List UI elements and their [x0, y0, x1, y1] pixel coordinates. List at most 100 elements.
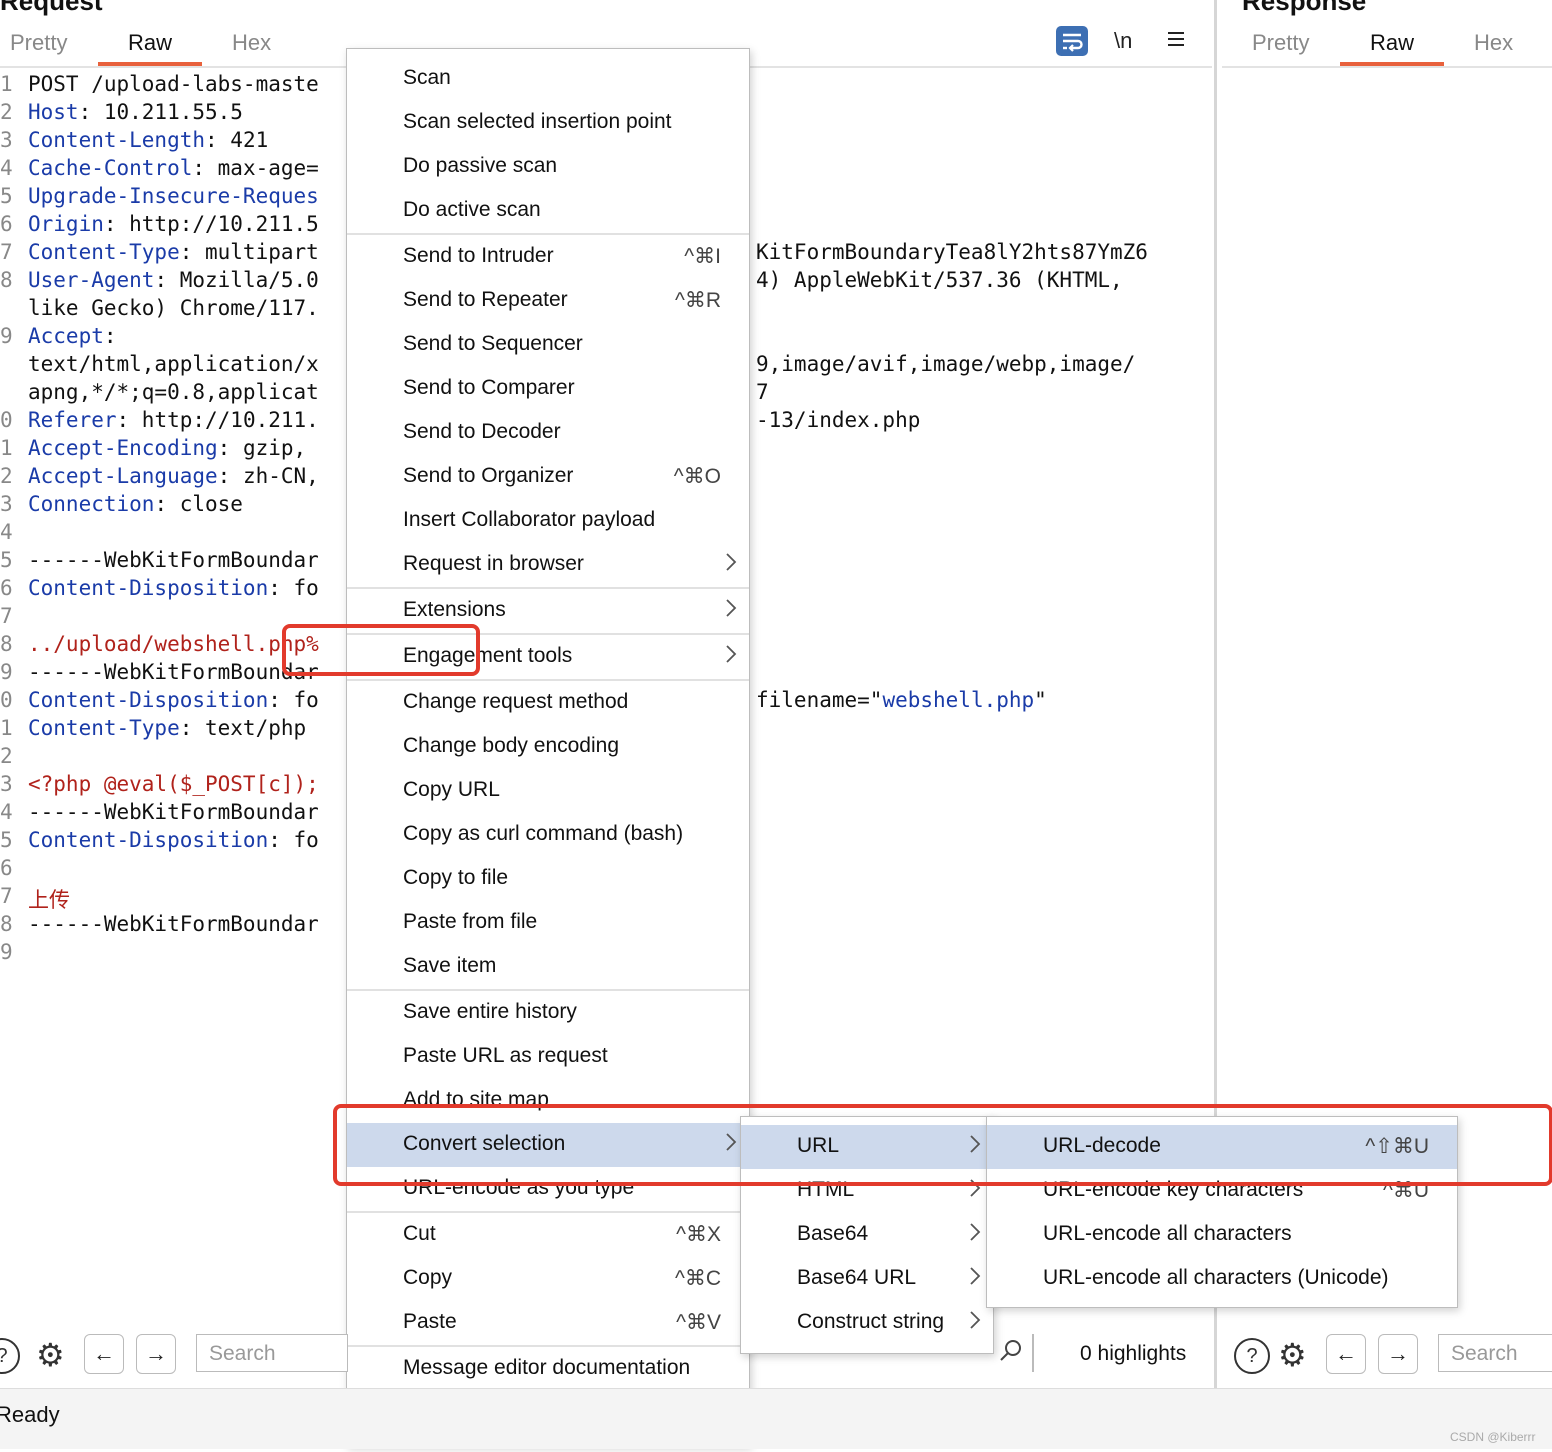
menu-item-change-request-method[interactable]: Change request method [347, 681, 749, 725]
menu-item-url-encode-all-characters-unicode[interactable]: URL-encode all characters (Unicode) [987, 1257, 1457, 1301]
shortcut-label: ^⌘I [684, 245, 721, 268]
code-line: Host: 10.211.55.5 [28, 100, 243, 124]
header-name: Accept [28, 324, 104, 348]
header-name: Referer [28, 408, 117, 432]
code-text: POST /upload-labs-maste [28, 72, 319, 96]
menu-item-save-item[interactable]: Save item [347, 945, 749, 989]
code-text: : multipart [179, 240, 319, 264]
line-number: 9 [0, 940, 13, 964]
response-forward-button[interactable]: → [1378, 1334, 1418, 1374]
menu-item-send-to-organizer[interactable]: Send to Organizer ^⌘O [347, 455, 749, 499]
line-number: 7 [0, 884, 13, 908]
response-back-button[interactable]: ← [1326, 1334, 1366, 1374]
menu-item-copy-to-file[interactable]: Copy to file [347, 857, 749, 901]
menu-item-paste-from-file[interactable]: Paste from file [347, 901, 749, 945]
code-text: : max-age= [192, 156, 319, 180]
menu-item-copy[interactable]: Copy ^⌘C [347, 1257, 749, 1301]
menu-item-label: Extensions [403, 598, 506, 621]
menu-item-save-entire-history[interactable]: Save entire history [347, 991, 749, 1035]
menu-item-label: Send to Decoder [403, 420, 561, 443]
menu-item-send-to-repeater[interactable]: Send to Repeater ^⌘R [347, 279, 749, 323]
menu-item-do-active-scan[interactable]: Do active scan [347, 189, 749, 233]
chevron-right-icon [725, 597, 737, 625]
code-line: Accept-Encoding: gzip, [28, 436, 306, 460]
highlights-count: 0 highlights [1080, 1342, 1187, 1365]
request-tab-pretty[interactable]: Pretty [10, 30, 67, 56]
header-name: Content-Disposition [28, 576, 269, 600]
header-name: Content-Type [28, 240, 180, 264]
menu-item-label: Insert Collaborator payload [403, 508, 656, 531]
shortcut-label: ^⌘X [676, 1223, 721, 1246]
menu-item-label: Save entire history [403, 1000, 577, 1023]
response-tab-raw[interactable]: Raw [1370, 30, 1414, 56]
menu-item-copy-url[interactable]: Copy URL [347, 769, 749, 813]
menu-item-base64-url[interactable]: Base64 URL [741, 1257, 993, 1301]
menu-item-send-to-comparer[interactable]: Send to Comparer [347, 367, 749, 411]
forward-button[interactable]: → [136, 1334, 176, 1374]
gear-icon[interactable]: ⚙ [36, 1336, 65, 1374]
menu-item-message-editor-documentation[interactable]: Message editor documentation [347, 1347, 749, 1391]
code-line: text/html,application/x [28, 352, 319, 376]
menu-item-label: Copy as curl command (bash) [403, 822, 684, 845]
back-button[interactable]: ← [84, 1334, 124, 1374]
code-text: : fo [268, 688, 319, 712]
menu-item-base64[interactable]: Base64 [741, 1213, 993, 1257]
newline-toggle-icon[interactable]: \n [1114, 28, 1132, 54]
request-tab-raw[interactable]: Raw [128, 30, 172, 56]
menu-item-label: Do active scan [403, 198, 541, 221]
menu-item-send-to-sequencer[interactable]: Send to Sequencer [347, 323, 749, 367]
line-number: 8 [0, 912, 13, 936]
response-tab-pretty[interactable]: Pretty [1252, 30, 1309, 56]
menu-item-construct-string[interactable]: Construct string [741, 1301, 993, 1345]
chevron-right-icon [969, 1221, 981, 1249]
code-text: : [103, 324, 117, 348]
search-input[interactable]: Search [196, 1334, 348, 1372]
menu-item-send-to-intruder[interactable]: Send to Intruder ^⌘I [347, 235, 749, 279]
code-line: Accept-Language: zh-CN, [28, 464, 319, 488]
response-gear-icon[interactable]: ⚙ [1278, 1336, 1307, 1374]
menu-item-insert-collaborator-payload[interactable]: Insert Collaborator payload [347, 499, 749, 543]
code-line: ../upload/webshell.php% [28, 632, 319, 656]
menu-item-send-to-decoder[interactable]: Send to Decoder [347, 411, 749, 455]
chevron-right-icon [725, 643, 737, 671]
help-icon[interactable]: ? [0, 1338, 20, 1374]
response-pane-title: Response [1242, 0, 1367, 16]
menu-item-label: URL-encode all characters [1043, 1222, 1292, 1245]
line-number: 3 [0, 128, 13, 152]
menu-item-cut[interactable]: Cut ^⌘X [347, 1213, 749, 1257]
code-line: Accept: [28, 324, 117, 348]
menu-item-change-body-encoding[interactable]: Change body encoding [347, 725, 749, 769]
menu-item-scan-selected-insertion-point[interactable]: Scan selected insertion point [347, 101, 749, 145]
code-line: like Gecko) Chrome/117. [28, 296, 319, 320]
hamburger-menu-icon[interactable] [1166, 30, 1186, 48]
menu-item-label: Base64 [797, 1222, 869, 1245]
menu-item-label: Construct string [797, 1310, 945, 1333]
line-number: 4 [0, 800, 13, 824]
header-name: Content-Length [28, 128, 206, 152]
code-text: ------WebKitFormBoundar [28, 660, 319, 684]
code-text: text/html,application/x [28, 352, 319, 376]
menu-item-paste-url-as-request[interactable]: Paste URL as request [347, 1035, 749, 1079]
line-number: 1 [0, 716, 13, 740]
text-wrap-icon[interactable] [1056, 26, 1088, 56]
search-icon[interactable] [998, 1338, 1024, 1364]
menu-item-do-passive-scan[interactable]: Do passive scan [347, 145, 749, 189]
code-line: Content-Disposition: fo [28, 576, 319, 600]
menu-item-label: Scan selected insertion point [403, 110, 672, 133]
menu-item-scan[interactable]: Scan [347, 57, 749, 101]
menu-item-request-in-browser[interactable]: Request in browser [347, 543, 749, 587]
header-name: Content-Disposition [28, 688, 269, 712]
request-tab-hex[interactable]: Hex [232, 30, 271, 56]
code-text: : 10.211.55.5 [78, 100, 243, 124]
menu-item-paste[interactable]: Paste ^⌘V [347, 1301, 749, 1345]
response-tab-hex[interactable]: Hex [1474, 30, 1513, 56]
menu-item-copy-as-curl-command-bash[interactable]: Copy as curl command (bash) [347, 813, 749, 857]
line-number: 8 [0, 268, 13, 292]
response-search-input[interactable]: Search [1438, 1334, 1552, 1372]
code-line: ------WebKitFormBoundar [28, 660, 319, 684]
menu-item-url-encode-all-characters[interactable]: URL-encode all characters [987, 1213, 1457, 1257]
code-fragment: filename="webshell.php" [756, 688, 1047, 712]
response-help-icon[interactable]: ? [1234, 1338, 1270, 1374]
line-number: 5 [0, 828, 13, 852]
line-number: 3 [0, 772, 13, 796]
